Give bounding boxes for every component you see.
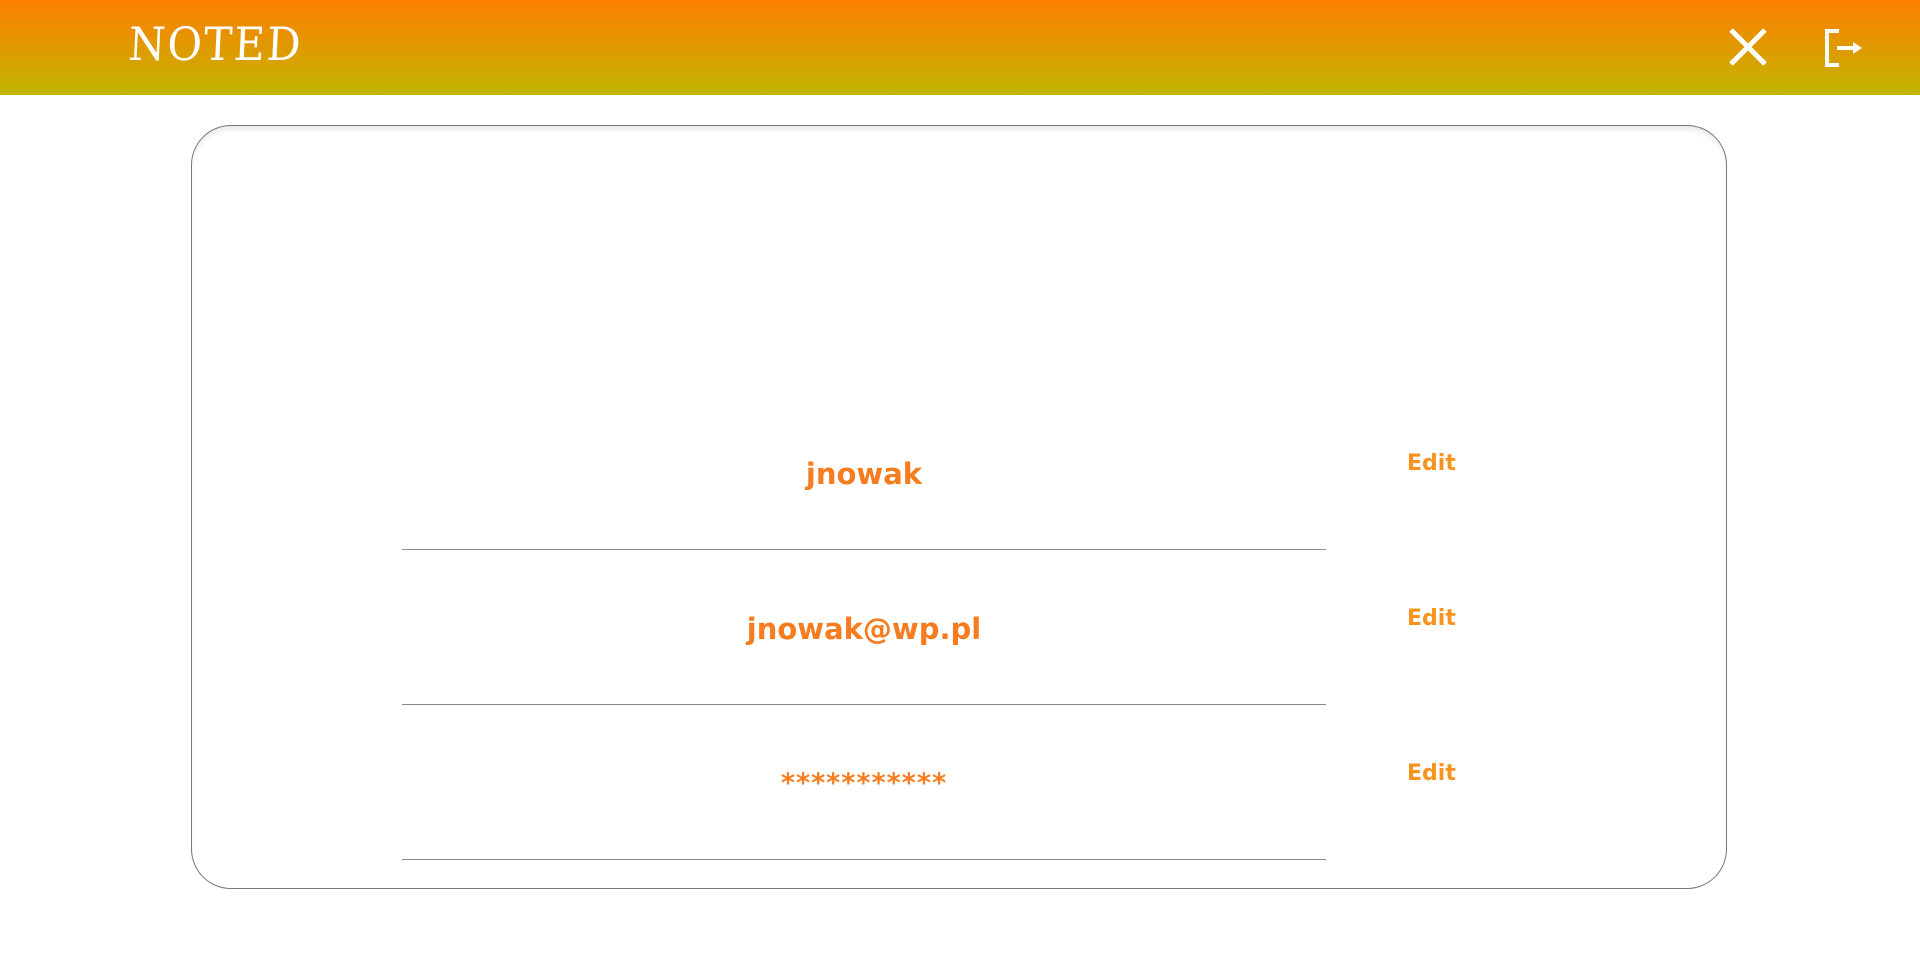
email-divider xyxy=(402,704,1326,705)
edit-password-button[interactable]: Edit xyxy=(1407,761,1456,786)
username-divider xyxy=(402,549,1326,550)
password-value: *********** xyxy=(780,768,948,799)
close-icon xyxy=(1729,28,1767,66)
logout-icon xyxy=(1825,29,1862,67)
email-value: jnowak@wp.pl xyxy=(746,612,982,646)
profile-card: jnowak Edit jnowak@wp.pl Edit **********… xyxy=(191,125,1727,889)
top-bar: NOTED xyxy=(0,0,1920,95)
username-divider-row xyxy=(402,425,1326,550)
app-logo: NOTED xyxy=(127,17,304,71)
email-divider-row xyxy=(402,581,1326,705)
password-divider-row xyxy=(402,736,1326,860)
close-button[interactable] xyxy=(1724,22,1774,72)
edit-username-button[interactable]: Edit xyxy=(1407,451,1456,476)
edit-email-button[interactable]: Edit xyxy=(1407,606,1456,631)
password-divider xyxy=(402,859,1326,860)
logout-button[interactable] xyxy=(1817,22,1867,72)
username-value: jnowak xyxy=(805,457,923,491)
